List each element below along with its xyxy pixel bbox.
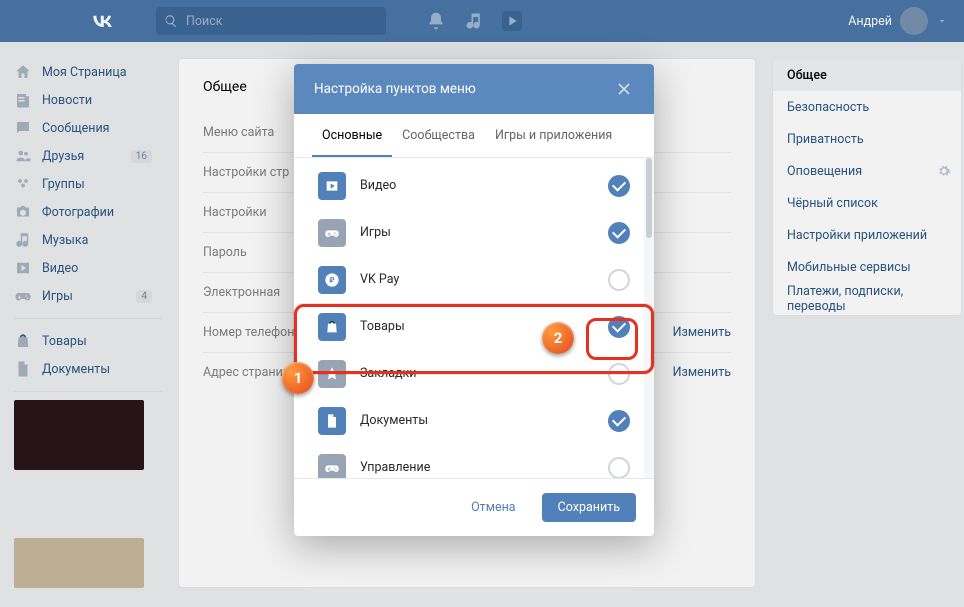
star-icon <box>318 360 346 388</box>
toggle[interactable] <box>608 175 630 197</box>
toggle[interactable] <box>608 269 630 291</box>
menu-item-label: Игры <box>360 225 391 240</box>
menu-item-label: Закладки <box>360 366 417 381</box>
modal-title: Настройка пунктов меню <box>314 81 476 97</box>
tab-2[interactable]: Игры и приложения <box>485 114 622 157</box>
marker-2: 2 <box>542 322 574 354</box>
menu-item-label: Видео <box>360 178 396 193</box>
toggle[interactable] <box>608 222 630 244</box>
modal-footer: Отмена Сохранить <box>294 478 654 536</box>
menu-item-docs[interactable]: Документы <box>294 397 654 444</box>
games-icon <box>318 219 346 247</box>
menu-item-games[interactable]: Управление <box>294 444 654 478</box>
menu-item-video[interactable]: Видео <box>294 162 654 209</box>
pay-icon: ₽ <box>318 266 346 294</box>
menu-item-label: Документы <box>360 413 428 428</box>
toggle[interactable] <box>608 363 630 385</box>
menu-items-list: Видео Игры ₽ VK Pay Товары Закладки Документы У… <box>294 158 654 478</box>
tab-1[interactable]: Сообщества <box>392 114 485 157</box>
menu-settings-modal: Настройка пунктов меню ОсновныеСообществ… <box>294 64 654 536</box>
market-icon <box>318 313 346 341</box>
toggle[interactable] <box>608 410 630 432</box>
games-icon <box>318 454 346 479</box>
menu-item-market[interactable]: Товары <box>294 303 654 350</box>
menu-item-star[interactable]: Закладки <box>294 350 654 397</box>
toggle[interactable] <box>608 316 630 338</box>
modal-tabs: ОсновныеСообществаИгры и приложения <box>294 114 654 158</box>
menu-item-label: Товары <box>360 319 405 334</box>
close-icon[interactable] <box>614 79 634 99</box>
tab-0[interactable]: Основные <box>312 114 392 157</box>
save-button[interactable]: Сохранить <box>542 493 636 522</box>
cancel-button[interactable]: Отмена <box>455 493 532 522</box>
scrollbar-track[interactable] <box>644 158 654 478</box>
modal-header: Настройка пунктов меню <box>294 64 654 114</box>
video-icon <box>318 172 346 200</box>
toggle[interactable] <box>608 457 630 479</box>
menu-item-pay[interactable]: ₽ VK Pay <box>294 256 654 303</box>
menu-item-games[interactable]: Игры <box>294 209 654 256</box>
svg-text:₽: ₽ <box>329 275 334 284</box>
docs-icon <box>318 407 346 435</box>
scrollbar-thumb[interactable] <box>646 158 652 238</box>
menu-item-label: Управление <box>360 460 430 475</box>
menu-item-label: VK Pay <box>360 272 399 287</box>
marker-1: 1 <box>282 362 314 394</box>
